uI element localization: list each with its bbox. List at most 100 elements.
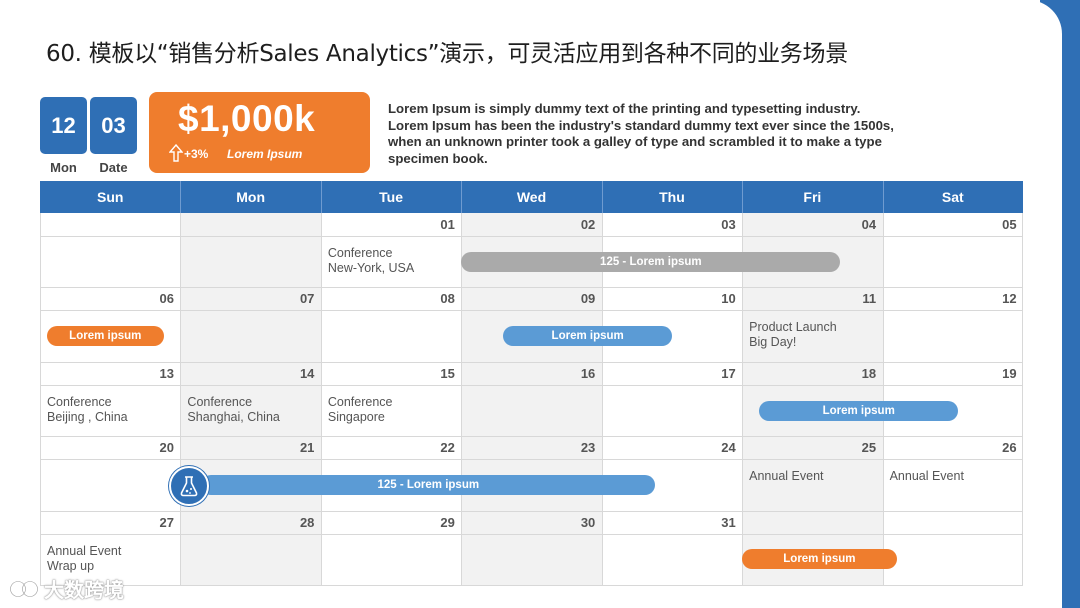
- event-line: Conference: [327, 246, 393, 260]
- date-number: 24: [721, 440, 736, 456]
- page-title: 60. 模板以“销售分析Sales Analytics”演示，可灵活应用到各种不…: [46, 41, 848, 67]
- flask-icon: [181, 476, 198, 497]
- event-text: Annual Event Wrap up: [47, 544, 121, 574]
- event-line: Annual Event: [889, 469, 964, 484]
- event-text: Annual Event: [749, 469, 823, 484]
- grid-hline: [40, 459, 1023, 461]
- watermark: 大数跨境: [10, 574, 124, 603]
- event-bar: 125 - Lorem ipsum: [461, 251, 841, 272]
- date-number: 26: [1002, 440, 1017, 456]
- date-number: 21: [299, 440, 315, 456]
- date-number: 15: [440, 365, 455, 381]
- day-name-sat: Sat: [941, 189, 964, 205]
- grid-hline: [40, 510, 1023, 512]
- date-number: 17: [721, 365, 736, 381]
- date-number: 13: [159, 365, 174, 381]
- description: Lorem Ipsum is simply dummy text of the …: [388, 101, 998, 167]
- date-number: 14: [299, 365, 315, 381]
- date-number: 22: [440, 440, 455, 456]
- watermark-text: 大数跨境: [44, 580, 124, 602]
- grid-hline: [40, 533, 1023, 535]
- date-number: 30: [580, 514, 596, 530]
- date-number: 11: [862, 291, 877, 307]
- kpi-change: +3%: [184, 147, 209, 161]
- event-line: Annual Event: [749, 469, 824, 484]
- date-number: 27: [159, 514, 174, 530]
- grid-hline: [40, 384, 1023, 386]
- date-number: 23: [580, 440, 596, 456]
- grid-hline: [40, 361, 1023, 363]
- event-line: Big Day!: [749, 335, 797, 350]
- event-bar: Lorem ipsum: [742, 549, 897, 570]
- date-number: 29: [440, 514, 455, 530]
- event-line: Wrap up: [47, 558, 95, 573]
- description-line: Lorem Ipsum is simply dummy text of the …: [388, 101, 861, 116]
- description-line: Lorem Ipsum has been the industry's stan…: [388, 117, 894, 133]
- event-line: New-York, USA: [327, 261, 415, 275]
- day-name-fri: Fri: [803, 189, 822, 205]
- event-line: Beijing , China: [47, 409, 128, 424]
- event-text: Annual Event: [890, 469, 964, 484]
- header-separator: [320, 181, 322, 213]
- date-number: 08: [440, 291, 455, 307]
- date-number: 10: [721, 291, 736, 307]
- month-box: 12: [40, 97, 87, 154]
- month-label: Mon: [50, 160, 77, 175]
- date-number: 06: [159, 291, 174, 307]
- header-separator: [742, 181, 744, 213]
- date-number: 19: [1002, 365, 1017, 381]
- grid-vline: [882, 213, 884, 585]
- event-text: Conference Beijing , China: [47, 395, 128, 425]
- date-number: 25: [861, 440, 877, 456]
- grid-hline: [40, 310, 1023, 312]
- event-bar: Lorem ipsum: [47, 326, 164, 347]
- event-line: Conference: [187, 394, 253, 409]
- event-text: Conference New-York, USA: [328, 246, 414, 276]
- grid-hline: [40, 236, 1023, 237]
- date-number: 28: [299, 514, 315, 530]
- calendar-header: Sun Mon Tue Wed Thu Fri Sat: [40, 181, 1023, 213]
- day-name-mon: Mon: [236, 189, 266, 205]
- header-separator: [180, 181, 182, 213]
- day-name-wed: Wed: [516, 189, 547, 205]
- date-number: 09: [580, 291, 596, 307]
- date-number: 02: [580, 217, 596, 232]
- header-separator: [601, 181, 603, 213]
- grid-vline: [1022, 213, 1023, 585]
- date-number: 07: [299, 291, 315, 307]
- description-line: specimen book.: [388, 150, 488, 166]
- header-separator: [882, 181, 884, 213]
- header-separator: [461, 181, 463, 213]
- kpi-value: $1,000k: [178, 98, 316, 139]
- grid-hline: [40, 287, 1023, 289]
- date-number: 12: [1002, 291, 1017, 307]
- date-number: 04: [861, 217, 877, 232]
- event-line: Conference: [47, 394, 112, 409]
- date-number: 05: [1002, 217, 1017, 232]
- description-line: when an unknown printer took a galley of…: [388, 134, 882, 149]
- event-bar: Lorem ipsum: [503, 326, 672, 347]
- date-number: 31: [721, 514, 736, 530]
- kpi-note: Lorem Ipsum: [227, 147, 303, 161]
- grid-hline: [40, 585, 1023, 586]
- event-text: Conference Singapore: [328, 395, 393, 425]
- event-line: Singapore: [327, 409, 385, 424]
- event-text: Product Launch Big Day!: [749, 320, 837, 350]
- event-line: Conference: [327, 394, 393, 409]
- kpi-card: $1,000k +3% Lorem Ipsum: [149, 92, 370, 173]
- arrow-up-icon: [169, 144, 183, 162]
- date-number: 03: [721, 217, 736, 232]
- day-name-tue: Tue: [379, 189, 403, 205]
- date-number: 18: [861, 365, 877, 381]
- event-line: Product Launch: [749, 320, 837, 335]
- date-number: 01: [440, 217, 455, 232]
- event-line: Annual Event: [47, 543, 122, 558]
- date-label: Date: [99, 160, 128, 175]
- date-number: 16: [580, 365, 596, 381]
- flask-badge: [169, 465, 210, 506]
- event-line: Shanghai, China: [187, 409, 280, 424]
- calendar: Sun Mon Tue Wed Thu Fri Sat 01 02 03 04 05 06 07 08 09…: [40, 181, 1023, 586]
- day-name-thu: Thu: [659, 189, 685, 205]
- logo-icon: [10, 580, 38, 597]
- event-text: Conference Shanghai, China: [187, 395, 279, 425]
